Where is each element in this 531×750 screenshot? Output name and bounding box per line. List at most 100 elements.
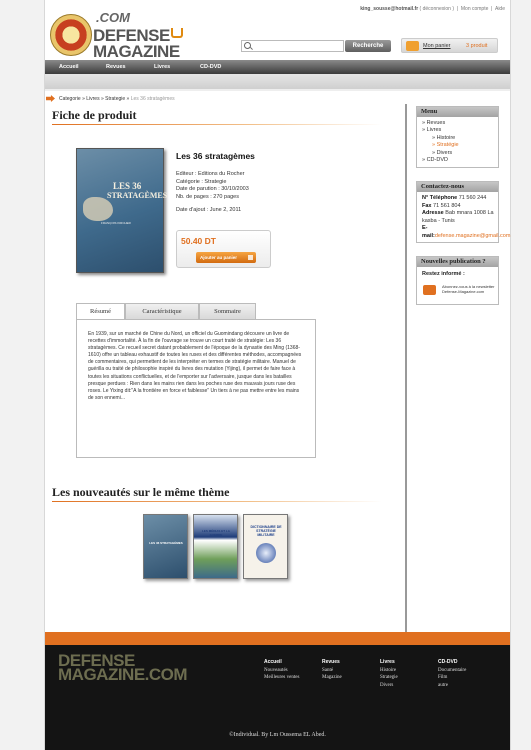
emblem-icon: [50, 14, 92, 56]
menu-revues[interactable]: » Revues: [422, 120, 498, 127]
footer-logo-line2[interactable]: MAGAZINE.COM: [58, 665, 188, 685]
column-divider: [405, 104, 407, 632]
sub-nav: [45, 74, 510, 89]
cart-icon: [406, 41, 419, 51]
tab-sommaire[interactable]: Sommaire: [199, 303, 256, 319]
footer-col-livres: Livres Histoire Strategie Divers: [380, 659, 398, 689]
cart-box[interactable]: Mon panier 3 produit: [401, 38, 498, 53]
breadcrumb-current: Les 36 stratagèmes: [130, 96, 175, 102]
book-cover[interactable]: LES 36 STRATAGÈMES FRANÇOIS KIRCHER: [76, 148, 168, 273]
top-links: king_sousse@hotmail.fr ( déconnexion ) |…: [360, 6, 505, 12]
footer-link[interactable]: Meilleures ventes: [264, 674, 299, 682]
menu-divers[interactable]: » Divers: [422, 150, 498, 157]
search-icon: [244, 42, 251, 49]
logout-link[interactable]: ( déconnexion ): [420, 6, 454, 12]
cover-title-1: LES 36: [113, 181, 142, 191]
breadcrumb: Categorie » Livres » Strategie » Les 36 …: [59, 96, 175, 102]
price-box: 50.40 DT Ajouter au panier: [176, 230, 271, 268]
logo-com: .COM: [96, 10, 130, 25]
footer-link[interactable]: Film: [438, 674, 466, 682]
related-book-label: DICTIONNAIRE DE STRATÉGIE MILITAIRE: [250, 525, 282, 537]
footer-col-title[interactable]: CD-DVD: [438, 659, 466, 667]
nav-cddvd[interactable]: CD-DVD: [200, 64, 221, 70]
logo-magazine: MAGAZINE: [93, 42, 180, 61]
footer-link[interactable]: Documentaire: [438, 667, 466, 675]
related-book-label: LES 36 STRATAGÈMES: [149, 541, 183, 545]
product-section-title: Fiche de produit: [52, 108, 137, 122]
tel-label: N° Téléphone: [422, 195, 458, 201]
tab-caracteristique[interactable]: Caractéristique: [125, 303, 199, 319]
tel-value: 71 560 244: [458, 195, 487, 201]
fax-value: 71 561 804: [433, 202, 461, 209]
add-to-cart-button[interactable]: Ajouter au panier: [196, 252, 256, 263]
contact-title: Contactez-nous: [417, 182, 498, 192]
breadcrumb-path[interactable]: Categorie » Livres » Strategie »: [59, 96, 129, 102]
footer-orange-bar: [45, 632, 510, 645]
footer-link[interactable]: Nouveautés: [264, 667, 299, 675]
book-meta: Editeur : Editions du Rocher Catégorie :…: [176, 171, 249, 201]
book-categorie: Catégorie : Strategie: [176, 178, 227, 185]
related-book-label: LES MÉDIAS ET LA GUERRE: [202, 529, 230, 537]
related-section-title: Les nouveautés sur le même thème: [52, 485, 230, 499]
footer-col-title[interactable]: Livres: [380, 659, 398, 667]
footer-col-title[interactable]: Accueil: [264, 659, 299, 667]
mail-icon: [423, 285, 436, 295]
copyright: ©Individual. By Lm Oussema EL Abed.: [229, 732, 326, 738]
search-button[interactable]: Recherche: [345, 40, 391, 52]
main-nav: Accueil Revues Livres CD-DVD: [45, 60, 510, 74]
title-underline: [52, 124, 382, 125]
cart-link[interactable]: Mon panier: [423, 43, 451, 49]
user-email: king_sousse@hotmail.fr: [360, 6, 419, 12]
email-link[interactable]: defense.magazine@gmail.com: [435, 233, 511, 239]
newsletter-title: Nouvelles publication ?: [417, 257, 498, 267]
cover-author: FRANÇOIS KIRCHER: [101, 221, 131, 225]
footer-col-accueil: Accueil Nouveautés Meilleures ventes: [264, 659, 299, 682]
newsletter-box: Nouvelles publication ? Restez informé :…: [416, 256, 499, 305]
nav-revues[interactable]: Revues: [106, 64, 126, 70]
book-date-parution: Date de parution : 30/10/2003: [176, 186, 249, 192]
cover-title-2: STRATAGÈMES: [107, 191, 168, 200]
book-date-ajout: Date d'ajout : June 2, 2011: [176, 207, 242, 213]
cover-illustration: [83, 197, 113, 221]
resume-text: En 1939, sur un marché de Chine du Nord,…: [88, 331, 302, 401]
fax-label: Fax: [422, 202, 432, 209]
menu-box: Menu » Revues » Livres » Histoire » Stra…: [416, 106, 499, 168]
footer-link[interactable]: Histoire: [380, 667, 398, 675]
menu-cddvd[interactable]: » CD-DVD: [422, 157, 498, 164]
cart-count: 3 produit: [466, 43, 488, 49]
nav-accueil[interactable]: Accueil: [59, 64, 79, 70]
site-logo[interactable]: .COM DEFENSE MAGAZINE: [50, 10, 185, 61]
footer-link[interactable]: Magazine: [322, 674, 342, 682]
footer-link[interactable]: autre: [438, 682, 466, 690]
contact-box: Contactez-nous N° Téléphone 71 560 244 F…: [416, 181, 510, 243]
search-input[interactable]: [254, 42, 342, 50]
menu-strategie[interactable]: » Stratégie: [422, 142, 498, 149]
tab-resume[interactable]: Résumé: [76, 303, 125, 320]
search-box: [241, 40, 344, 52]
related-underline: [52, 501, 382, 502]
book-pages: Nb. de pages : 270 pages: [176, 193, 239, 200]
menu-livres[interactable]: » Livres: [422, 127, 498, 134]
footer-link[interactable]: Divers: [380, 682, 398, 690]
related-book-3[interactable]: DICTIONNAIRE DE STRATÉGIE MILITAIRE: [243, 514, 288, 579]
account-link[interactable]: Mon compte: [461, 6, 489, 12]
newsletter-link[interactable]: Abonnez-vous à la newsletter Defense-Mag…: [442, 284, 497, 294]
product-tabs: Résumé Caractéristique Sommaire: [76, 303, 316, 320]
footer-link[interactable]: Strategie: [380, 674, 398, 682]
nav-livres[interactable]: Livres: [154, 64, 170, 70]
footer-col-title[interactable]: Revues: [322, 659, 342, 667]
related-book-1[interactable]: LES 36 STRATAGÈMES: [143, 514, 188, 579]
footer-col-cddvd: CD-DVD Documentaire Film autre: [438, 659, 466, 689]
tab-panel: En 1939, sur un marché de Chine du Nord,…: [76, 319, 316, 458]
globe-illustration: [256, 543, 276, 563]
adresse-label: Adresse: [422, 210, 444, 217]
menu-histoire[interactable]: » Histoire: [422, 135, 498, 142]
help-link[interactable]: Aide: [495, 6, 505, 12]
book-title: Les 36 stratagèmes: [176, 151, 255, 161]
footer-link[interactable]: Santé: [322, 667, 342, 675]
email-label: E-mail:: [422, 225, 435, 239]
related-book-2[interactable]: LES MÉDIAS ET LA GUERRE: [193, 514, 238, 579]
newsletter-subtitle: Restez informé :: [422, 271, 465, 277]
divider: [45, 89, 510, 91]
cart-logo-icon: [171, 28, 183, 38]
